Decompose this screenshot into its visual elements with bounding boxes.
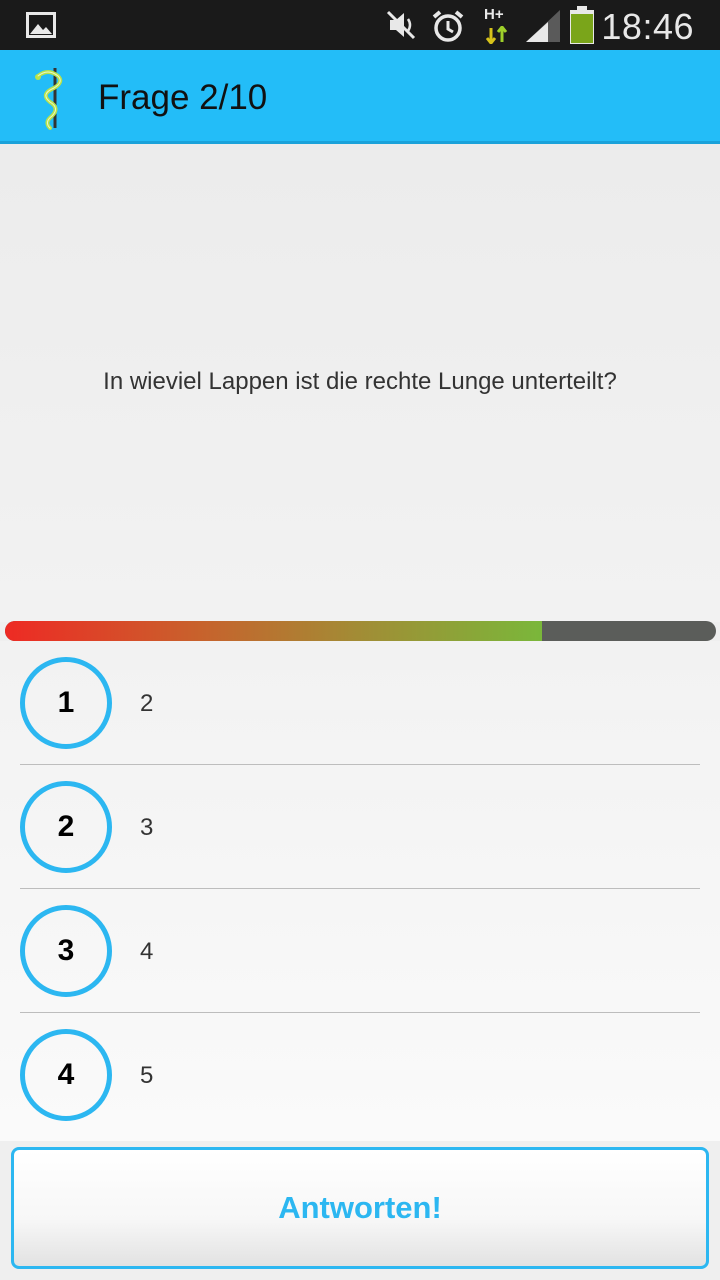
- status-bar: H+ 18:46: [0, 0, 720, 50]
- answer-text: 2: [140, 690, 154, 717]
- question-area: In wieviel Lappen ist die rechte Lunge u…: [0, 144, 720, 622]
- answer-list: 1 2 2 3 3 4 4 5: [0, 641, 720, 1141]
- network-hplus-icon: H+: [484, 6, 510, 46]
- page-title: Frage 2/10: [98, 78, 268, 117]
- signal-icon: [526, 10, 560, 42]
- answer-number-circle[interactable]: 1: [20, 657, 112, 749]
- timer-progress-fill: [5, 621, 542, 641]
- network-type-label: H+: [484, 6, 504, 23]
- answer-text: 3: [140, 814, 154, 841]
- answer-option-2[interactable]: 2 3: [0, 765, 720, 889]
- answer-number-circle[interactable]: 3: [20, 905, 112, 997]
- action-bar: Frage 2/10: [0, 50, 720, 144]
- answer-option-3[interactable]: 3 4: [0, 889, 720, 1013]
- answer-number-circle[interactable]: 4: [20, 1029, 112, 1121]
- alarm-icon: [432, 10, 464, 42]
- submit-answer-button[interactable]: Antworten!: [11, 1147, 709, 1269]
- battery-icon: [570, 6, 594, 44]
- clock: 18:46: [601, 6, 694, 47]
- timer-progress-bar: [5, 621, 716, 641]
- answer-option-4[interactable]: 4 5: [0, 1013, 720, 1137]
- answer-text: 5: [140, 1062, 154, 1089]
- answer-option-1[interactable]: 1 2: [0, 641, 720, 765]
- answer-text: 4: [140, 938, 154, 965]
- answer-number-circle[interactable]: 2: [20, 781, 112, 873]
- question-text: In wieviel Lappen ist die rechte Lunge u…: [103, 368, 617, 395]
- mute-icon: [386, 10, 416, 40]
- aesculapius-staff-icon[interactable]: [28, 66, 78, 130]
- gallery-icon: [26, 12, 56, 38]
